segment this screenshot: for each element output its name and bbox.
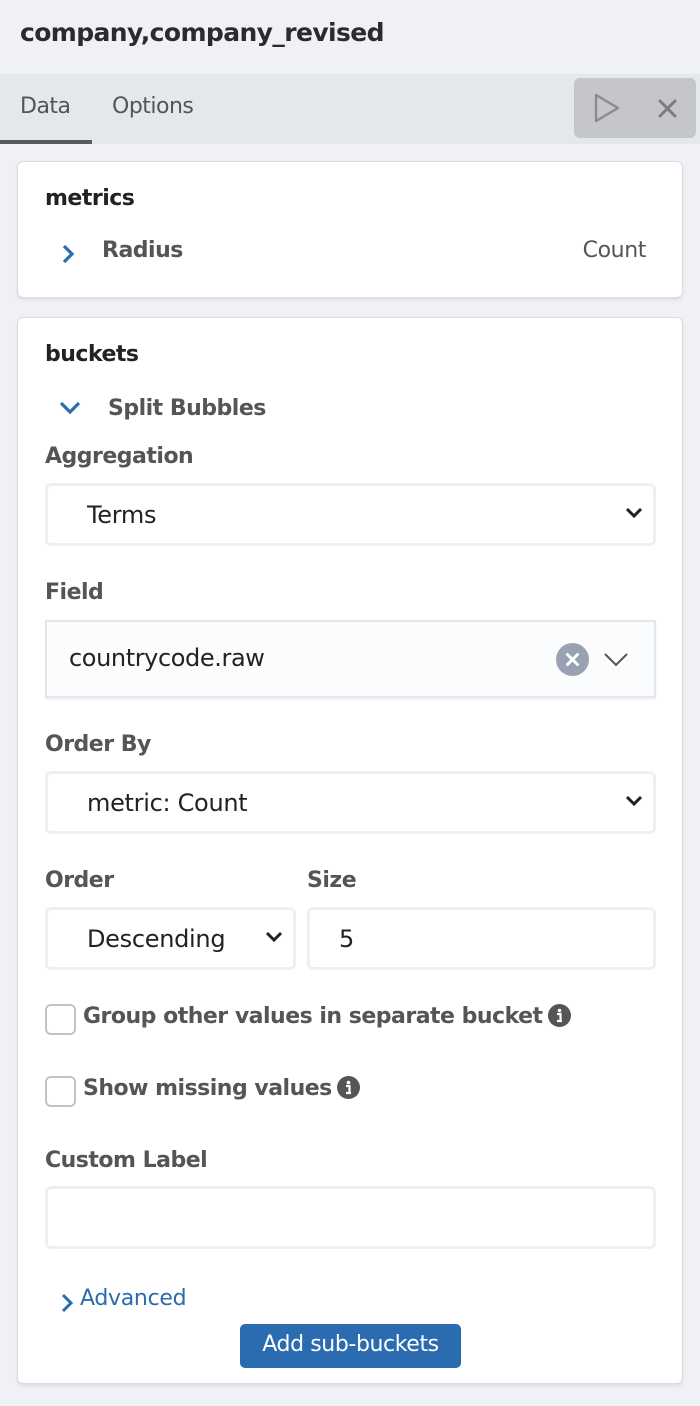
group-other-label: Group other values in separate bucket xyxy=(83,1004,543,1029)
chevron-down-icon xyxy=(265,931,283,943)
metric-agg-radius[interactable]: Radius Count xyxy=(18,234,682,274)
info-icon[interactable] xyxy=(336,1075,360,1099)
chevron-down-icon xyxy=(59,401,81,415)
size-label: Size xyxy=(307,868,357,893)
order-select[interactable]: Descending xyxy=(45,907,296,970)
field-combobox[interactable]: countrycode.raw xyxy=(45,620,656,698)
bucket-agg-split-bubbles[interactable]: Split Bubbles xyxy=(18,392,682,432)
chevron-down-icon xyxy=(625,507,643,519)
order-by-select[interactable]: metric: Count xyxy=(45,771,656,834)
buckets-heading: buckets xyxy=(45,342,139,367)
order-by-value: metric: Count xyxy=(87,789,248,817)
metrics-panel: metrics Radius Count xyxy=(17,161,683,298)
clear-field-button[interactable] xyxy=(556,643,589,676)
custom-label-input[interactable] xyxy=(45,1186,656,1249)
size-value: 5 xyxy=(339,925,355,953)
aggregation-label: Aggregation xyxy=(45,444,194,469)
size-input[interactable]: 5 xyxy=(307,907,656,970)
editor-actions xyxy=(574,78,696,138)
aggregation-select[interactable]: Terms xyxy=(45,483,656,546)
chevron-down-icon[interactable] xyxy=(603,650,629,668)
custom-label-label: Custom Label xyxy=(45,1148,208,1173)
chevron-right-icon xyxy=(62,244,75,264)
order-label: Order xyxy=(45,868,114,893)
info-icon[interactable] xyxy=(547,1003,571,1027)
chevron-right-icon xyxy=(61,1293,74,1313)
order-value: Descending xyxy=(87,925,226,953)
agg-title: Radius xyxy=(102,238,183,263)
add-sub-buckets-button[interactable]: Add sub-buckets xyxy=(240,1324,461,1368)
tab-data[interactable]: Data xyxy=(20,94,71,119)
apply-changes-button[interactable] xyxy=(592,92,622,124)
order-by-label: Order By xyxy=(45,732,151,757)
active-tab-indicator xyxy=(0,140,92,144)
advanced-label: Advanced xyxy=(80,1286,187,1311)
play-icon xyxy=(594,93,620,123)
clear-icon xyxy=(566,653,579,666)
group-other-checkbox[interactable] xyxy=(45,1004,76,1035)
field-label: Field xyxy=(45,580,104,605)
agg-description: Count xyxy=(582,238,647,263)
aggregation-value: Terms xyxy=(87,501,157,529)
show-missing-label: Show missing values xyxy=(83,1076,332,1101)
close-icon xyxy=(658,99,677,118)
field-value: countrycode.raw xyxy=(69,644,265,672)
chevron-down-icon xyxy=(625,795,643,807)
discard-button[interactable] xyxy=(654,92,682,124)
agg-title: Split Bubbles xyxy=(108,396,266,421)
metrics-heading: metrics xyxy=(45,186,135,211)
page-title: company,company_revised xyxy=(20,18,385,47)
show-missing-checkbox[interactable] xyxy=(45,1076,76,1107)
tab-options[interactable]: Options xyxy=(112,94,194,119)
buckets-panel: buckets Split Bubbles Aggregation Terms … xyxy=(17,317,683,1384)
